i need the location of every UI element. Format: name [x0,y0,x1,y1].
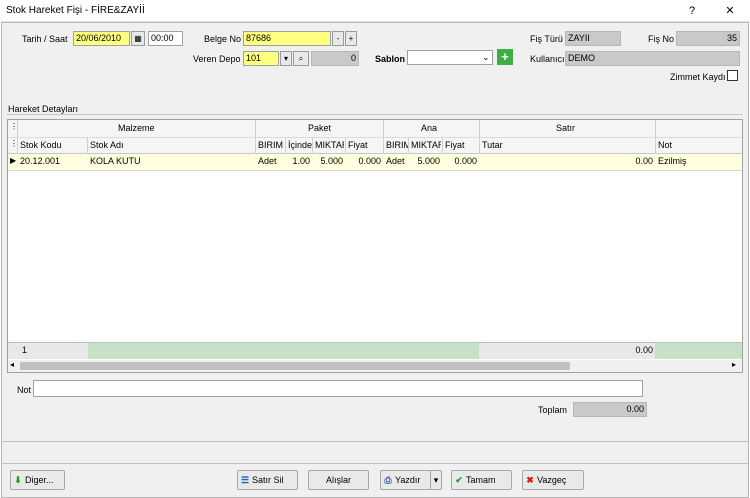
kullanici-label: Kullanıcı [530,54,565,64]
cell-not[interactable]: Ezilmiş [658,156,687,166]
scroll-left-icon[interactable]: ◂ [10,360,14,369]
col-stok-kodu[interactable]: Stok Kodu [20,140,62,150]
title-bar: Stok Hareket Fişi - FİRE&ZAYİİ ? ✕ [0,0,750,22]
group-ana: Ana [421,123,438,133]
detail-grid[interactable]: ⋮ ⋮ Malzeme Paket Ana Satır Stok Kodu St… [7,119,743,373]
sablon-label: Sablon [375,54,406,64]
row-pointer-icon: ▶ [10,156,17,165]
divider [2,463,748,464]
header-divider [8,137,742,138]
minus-button[interactable]: - [332,31,344,46]
col-p-icinde[interactable]: İçinde [288,140,313,150]
not-input[interactable] [33,380,643,397]
alislar-button[interactable]: Alışlar [308,470,369,490]
col-p-fiyat[interactable]: Fiyat [348,140,368,150]
group-satir: Satır [556,123,576,133]
cell-p-icinde[interactable]: 1.00 [286,156,310,166]
print-icon: ⎙ [384,475,392,485]
saat-input[interactable]: 00:00 [148,31,183,46]
toplam-label: Toplam [538,405,568,415]
footer-count: 1 [22,345,28,355]
calendar-icon[interactable]: ▦ [131,31,145,46]
fis-turu-label: Fiş Türü [530,34,563,44]
col-tutar[interactable]: Tutar [482,140,503,150]
cell-a-fiyat[interactable]: 0.000 [443,156,477,166]
cell-a-birim[interactable]: Adet [386,156,405,166]
group-paket: Paket [308,123,332,133]
belge-label: Belge No [204,34,242,44]
tarih-input[interactable]: 20/06/2010 [73,31,130,46]
cell-tutar[interactable]: 0.00 [480,156,653,166]
tarih-label: Tarih / Saat [22,34,68,44]
chevron-down-icon[interactable]: ▾ [430,471,441,489]
col-a-fiyat[interactable]: Fiyat [445,140,465,150]
search-icon[interactable]: ⌕ [293,51,309,66]
zimmet-checkbox[interactable] [727,70,738,81]
window-title: Stok Hareket Fişi - FİRE&ZAYİİ [6,5,145,16]
cell-stok-kodu[interactable]: 20.12.001 [20,156,60,166]
fis-turu-field: ZAYII [565,31,621,46]
col-p-miktar[interactable]: MIKTAR [315,140,344,150]
arrow-down-icon: ⬇ [14,475,22,485]
vazgec-button[interactable]: ✖ Vazgeç [522,470,584,490]
divider [2,441,748,442]
kullanici-field: DEMO [565,51,740,66]
chevron-down-icon[interactable]: ▾ [280,51,292,66]
close-button[interactable]: ✕ [716,2,744,20]
table-row[interactable]: ▶ 20.12.001 KOLA KUTU Adet 1.00 5.000 0.… [8,154,742,171]
col-stok-adi[interactable]: Stok Adı [90,140,124,150]
fis-no-label: Fiş No [648,34,675,44]
add-icon[interactable]: + [497,49,513,65]
col-not[interactable]: Not [658,140,672,150]
delete-rows-icon: ☰ [240,475,250,485]
tamam-button[interactable]: ✔ Tamam [451,470,512,490]
cell-a-miktar[interactable]: 5.000 [409,156,440,166]
satir-sil-button[interactable]: ☰ Satır Sil [237,470,298,490]
col-p-birim[interactable]: BIRIM [258,140,286,150]
scrollbar-thumb[interactable] [20,362,570,370]
sablon-select[interactable] [407,50,493,65]
horizontal-scrollbar[interactable]: ◂ ▸ [8,360,742,372]
zimmet-label: Zimmet Kaydı [670,72,726,82]
help-button[interactable]: ? [678,2,706,20]
col-a-miktar[interactable]: MIKTAR [411,140,441,150]
cell-p-fiyat[interactable]: 0.000 [346,156,381,166]
plus-button[interactable]: + [345,31,357,46]
chevron-down-icon: ⌄ [482,52,490,62]
cell-p-miktar[interactable]: 5.000 [313,156,343,166]
col-a-birim[interactable]: BIRIM [386,140,408,150]
grid-footer: 1 0.00 [8,342,742,359]
cell-p-birim[interactable]: Adet [258,156,277,166]
group-malzeme: Malzeme [118,123,155,133]
depo-qty-field: 0 [311,51,359,66]
depo-label: Veren Depo [193,54,241,64]
scroll-right-icon[interactable]: ▸ [732,360,736,369]
fis-no-field: 35 [676,31,740,46]
divider [7,114,743,115]
depo-input[interactable]: 101 [243,51,279,66]
check-icon: ✔ [455,475,463,485]
not-label: Not [17,385,32,395]
yazdir-button[interactable]: ⎙ Yazdır ▾ [380,470,442,490]
cancel-icon: ✖ [526,475,534,485]
belge-input[interactable]: 87686 [243,31,331,46]
cell-stok-adi[interactable]: KOLA KUTU [90,156,141,166]
footer-total: 0.00 [635,345,653,355]
diger-button[interactable]: ⬇ Diger... [10,470,65,490]
toplam-field: 0.00 [573,402,647,417]
section-label: Hareket Detayları [8,104,79,114]
